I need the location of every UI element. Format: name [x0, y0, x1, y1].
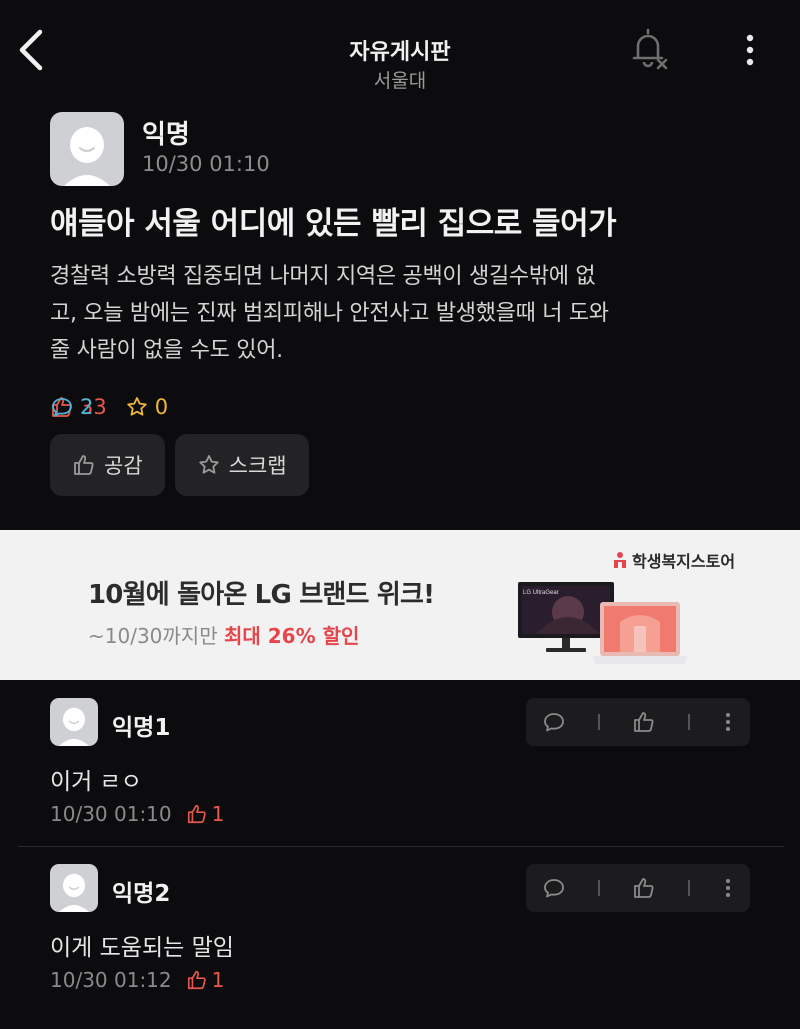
- bell-off-icon: [632, 28, 668, 70]
- comment-time: 10/30 01:12: [50, 968, 172, 992]
- like-button[interactable]: 공감: [50, 434, 165, 496]
- post-body-line: 줄 사람이 없을 수도 있어.: [50, 338, 283, 363]
- post-stats: 33 2 0: [50, 392, 186, 422]
- comment-author-avatar: [50, 698, 98, 746]
- ad-banner[interactable]: 학생복지스토어 10월에 돌아온 LG 브랜드 위크! ~10/30까지만 최대…: [0, 530, 800, 680]
- comment-meta: 10/30 01:10 1: [50, 802, 224, 826]
- star-icon: [198, 455, 219, 474]
- store-logo-icon: [614, 552, 626, 568]
- post-title: 얘들아 서울 어디에 있든 빨리 집으로 들어가: [50, 206, 617, 242]
- comment-like-count: 1: [186, 968, 225, 992]
- comment-bubble-icon: [544, 879, 564, 898]
- comment-meta: 10/30 01:12 1: [50, 968, 224, 992]
- thumbs-up-icon: [187, 970, 206, 990]
- ad-store-name: 학생복지스토어: [632, 552, 736, 571]
- comment-like-count: 1: [186, 802, 225, 826]
- comment-more-button[interactable]: [722, 876, 734, 900]
- board-title: 자유게시판: [349, 40, 451, 65]
- ad-headline: 10월에 돌아온 LG 브랜드 위크!: [88, 580, 435, 610]
- reply-button[interactable]: [542, 710, 566, 734]
- anonymous-avatar-icon: [59, 873, 89, 912]
- comment-like-number: 1: [211, 968, 225, 992]
- comment-bubble-icon: [52, 398, 72, 417]
- comment-like-button[interactable]: [632, 876, 656, 900]
- comment-count: 2: [80, 395, 94, 419]
- comment-author: 익명2: [112, 881, 171, 907]
- post-body-line: 경찰력 소방력 집중되면 나머지 지역은 공백이 생길수밖에 없: [50, 264, 596, 289]
- comment-text: 이거 ㄹㅇ: [50, 769, 142, 795]
- comment-like-number: 1: [211, 802, 225, 826]
- thumbs-up-icon: [187, 804, 206, 824]
- more-vertical-icon: [726, 713, 730, 731]
- like-button-label: 공감: [104, 454, 143, 478]
- laptop-image: [590, 596, 690, 672]
- toolbar-separator: [598, 714, 600, 730]
- reply-button[interactable]: [542, 876, 566, 900]
- post-actions: 공감 스크랩: [50, 434, 319, 496]
- top-bar: 자유게시판 서울대: [0, 0, 800, 100]
- comment-toolbar: [526, 698, 750, 746]
- toolbar-separator: [688, 714, 690, 730]
- more-vertical-icon: [726, 879, 730, 897]
- scrap-button[interactable]: 스크랩: [174, 434, 309, 496]
- post-time: 10/30 01:10: [142, 152, 270, 176]
- notification-toggle-button[interactable]: [628, 26, 672, 72]
- post-body-line: 고, 오늘 밤에는 진짜 범죄피해나 안전사고 발생했을때 너 도와: [50, 301, 609, 326]
- comment-bubble-icon: [544, 713, 564, 732]
- comment-author-avatar: [50, 864, 98, 912]
- comment-author: 익명1: [112, 715, 171, 741]
- monitor-brand-text: LG UltraGear: [523, 590, 559, 596]
- thumbs-up-icon: [74, 455, 94, 475]
- comment-text: 이게 도움되는 말임: [50, 935, 234, 961]
- more-options-button[interactable]: [736, 30, 764, 70]
- post-body: 경찰력 소방력 집중되면 나머지 지역은 공백이 생길수밖에 없 고, 오늘 밤…: [50, 258, 760, 369]
- post-author: 익명: [142, 120, 190, 150]
- anonymous-avatar-icon: [59, 707, 89, 746]
- comment-like-button[interactable]: [632, 710, 656, 734]
- comment-time: 10/30 01:10: [50, 802, 172, 826]
- comment-more-button[interactable]: [722, 710, 734, 734]
- thumbs-up-icon: [634, 712, 654, 732]
- toolbar-separator: [598, 880, 600, 896]
- comment-toolbar: [526, 864, 750, 912]
- post-author-avatar: [50, 112, 124, 186]
- ad-store-label: 학생복지스토어: [612, 548, 735, 572]
- comment-count-stat: 2: [50, 395, 800, 419]
- anonymous-avatar-icon: [64, 127, 110, 186]
- more-vertical-icon: [746, 34, 754, 66]
- scrap-button-label: 스크랩: [228, 454, 287, 478]
- ad-subtext: ~10/30까지만 최대 26% 할인: [88, 620, 359, 649]
- ad-sub-prefix: ~10/30까지만: [88, 624, 218, 648]
- toolbar-separator: [688, 880, 690, 896]
- thumbs-up-icon: [634, 878, 654, 898]
- comment-divider: [18, 846, 784, 847]
- board-subtitle: 서울대: [373, 70, 427, 92]
- ad-discount: 최대 26% 할인: [223, 624, 360, 648]
